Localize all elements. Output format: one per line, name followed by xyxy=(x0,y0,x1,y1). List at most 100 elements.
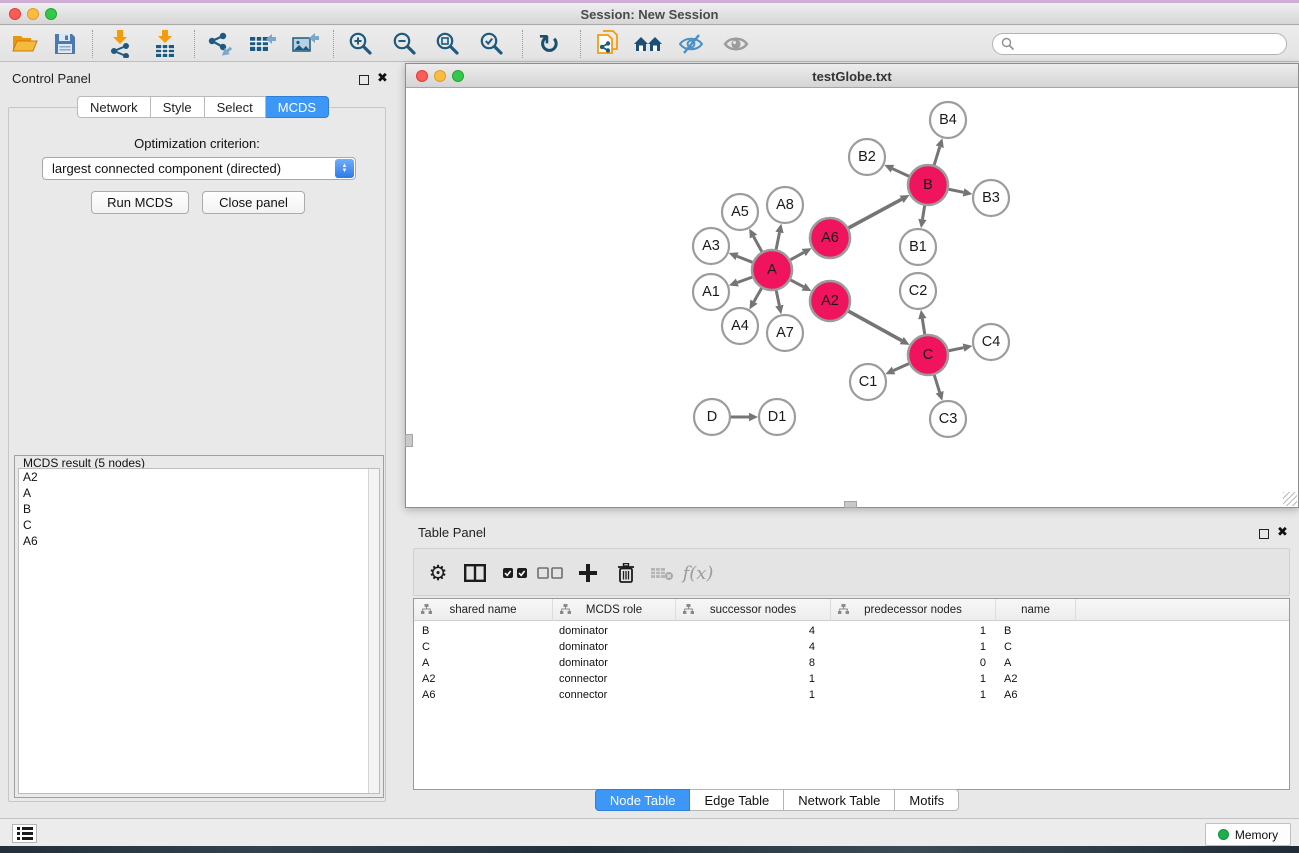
zoom-out-icon[interactable] xyxy=(388,29,422,59)
gear-icon[interactable]: ⚙ xyxy=(422,558,454,588)
column-header[interactable]: predecessor nodes xyxy=(831,599,996,621)
table-cell[interactable]: connector xyxy=(553,689,676,701)
table-row[interactable]: Adominator80A xyxy=(414,655,1289,671)
tab-node-table[interactable]: Node Table xyxy=(595,789,691,811)
table-cell[interactable]: 4 xyxy=(676,641,831,653)
graph-edge[interactable] xyxy=(754,237,762,252)
zoom-selected-icon[interactable] xyxy=(475,29,509,59)
table-cell[interactable]: C xyxy=(414,641,553,653)
mcds-result-item[interactable]: A xyxy=(19,485,379,501)
network-graph[interactable]: B4B2BB3A8A5A6B1A3AA1C2A2A4A7C4CC1C3DD1 xyxy=(406,88,1298,507)
new-network-from-selection-icon[interactable] xyxy=(590,29,624,59)
table-row[interactable]: Bdominator41B xyxy=(414,623,1289,639)
table-cell[interactable]: 0 xyxy=(831,657,996,669)
open-file-icon[interactable] xyxy=(8,29,42,59)
add-icon[interactable] xyxy=(572,558,604,588)
save-session-icon[interactable] xyxy=(48,29,82,59)
export-image-icon[interactable] xyxy=(288,29,322,59)
mcds-result-item[interactable]: B xyxy=(19,501,379,517)
table-cell[interactable]: 1 xyxy=(831,673,996,685)
table-row[interactable]: A2connector11A2 xyxy=(414,671,1289,687)
graph-edge[interactable] xyxy=(949,189,964,192)
column-header[interactable]: name xyxy=(996,599,1076,621)
bottom-edge-handle[interactable] xyxy=(844,501,857,508)
table-cell[interactable]: A2 xyxy=(996,673,1076,685)
tab-network[interactable]: Network xyxy=(77,96,151,118)
table-cell[interactable]: dominator xyxy=(553,641,676,653)
import-table-icon[interactable] xyxy=(148,29,182,59)
table-row[interactable]: Cdominator41C xyxy=(414,639,1289,655)
table-cell[interactable]: dominator xyxy=(553,657,676,669)
table-cell[interactable]: 1 xyxy=(676,689,831,701)
graph-edge[interactable] xyxy=(737,256,752,262)
graph-edge[interactable] xyxy=(790,252,803,259)
graph-edge[interactable] xyxy=(892,169,908,177)
graph-edge[interactable] xyxy=(754,288,762,301)
table-cell[interactable]: B xyxy=(414,625,553,637)
graph-edge[interactable] xyxy=(791,280,804,287)
zoom-fit-icon[interactable] xyxy=(431,29,465,59)
table-cell[interactable]: A6 xyxy=(996,689,1076,701)
zoom-in-icon[interactable] xyxy=(344,29,378,59)
tab-style[interactable]: Style xyxy=(151,96,205,118)
function-builder-icon[interactable]: f(x) xyxy=(682,558,714,588)
memory-button[interactable]: Memory xyxy=(1205,823,1291,846)
column-header[interactable]: MCDS role xyxy=(553,599,676,621)
mcds-result-item[interactable]: A6 xyxy=(19,533,379,549)
tab-mcds[interactable]: MCDS xyxy=(266,96,329,118)
table-panel-float-icon[interactable] xyxy=(1259,526,1269,544)
table-cell[interactable]: A xyxy=(414,657,553,669)
scrollbar-track[interactable] xyxy=(368,469,379,793)
columns-icon[interactable] xyxy=(459,558,491,588)
import-network-icon[interactable] xyxy=(103,29,137,59)
graph-edge[interactable] xyxy=(848,311,901,340)
mcds-result-item[interactable]: C xyxy=(19,517,379,533)
table-cell[interactable]: 1 xyxy=(831,625,996,637)
table-row[interactable]: A6connector11A6 xyxy=(414,687,1289,703)
select-all-icon[interactable] xyxy=(499,558,531,588)
search-input[interactable] xyxy=(992,33,1287,55)
graph-edge[interactable] xyxy=(949,348,964,351)
close-panel-button[interactable]: Close panel xyxy=(202,191,305,214)
table-cell[interactable]: A2 xyxy=(414,673,553,685)
graph-edge[interactable] xyxy=(776,291,779,306)
criterion-dropdown[interactable]: largest connected component (directed) ▲… xyxy=(42,157,356,180)
column-header[interactable]: shared name xyxy=(414,599,553,621)
table-cell[interactable]: A xyxy=(996,657,1076,669)
delete-table-icon[interactable] xyxy=(646,558,678,588)
network-window-titlebar[interactable]: testGlobe.txt xyxy=(406,64,1298,88)
deselect-all-icon[interactable] xyxy=(534,558,566,588)
window-resize-grip[interactable] xyxy=(1283,492,1297,506)
graph-edge[interactable] xyxy=(922,206,924,220)
refresh-icon[interactable]: ↻ xyxy=(532,29,566,59)
graph-edge[interactable] xyxy=(934,375,939,392)
column-header[interactable]: successor nodes xyxy=(676,599,831,621)
graph-edge[interactable] xyxy=(894,364,909,371)
mcds-result-item[interactable]: A2 xyxy=(19,469,379,485)
task-history-button[interactable] xyxy=(12,824,37,843)
export-table-icon[interactable] xyxy=(245,29,279,59)
table-cell[interactable]: A6 xyxy=(414,689,553,701)
table-cell[interactable]: 4 xyxy=(676,625,831,637)
table-panel-close-icon[interactable]: ✖ xyxy=(1277,527,1288,537)
table-cell[interactable]: 1 xyxy=(831,641,996,653)
graph-edge[interactable] xyxy=(934,147,940,165)
tab-select[interactable]: Select xyxy=(205,96,266,118)
export-network-icon[interactable] xyxy=(202,29,236,59)
left-edge-handle[interactable] xyxy=(405,434,413,447)
network-canvas[interactable]: B4B2BB3A8A5A6B1A3AA1C2A2A4A7C4CC1C3DD1 xyxy=(406,88,1298,507)
graph-edge[interactable] xyxy=(922,319,924,335)
graph-edge[interactable] xyxy=(776,232,779,249)
graph-edge[interactable] xyxy=(737,277,752,282)
tab-motifs[interactable]: Motifs xyxy=(895,789,959,811)
table-cell[interactable]: 8 xyxy=(676,657,831,669)
tab-edge-table[interactable]: Edge Table xyxy=(690,789,784,811)
tab-network-table[interactable]: Network Table xyxy=(784,789,895,811)
run-mcds-button[interactable]: Run MCDS xyxy=(91,191,189,214)
graph-edge[interactable] xyxy=(848,199,901,228)
control-panel-float-icon[interactable] xyxy=(359,72,369,90)
table-cell[interactable]: C xyxy=(996,641,1076,653)
table-cell[interactable]: connector xyxy=(553,673,676,685)
table-cell[interactable]: B xyxy=(996,625,1076,637)
table-cell[interactable]: 1 xyxy=(831,689,996,701)
